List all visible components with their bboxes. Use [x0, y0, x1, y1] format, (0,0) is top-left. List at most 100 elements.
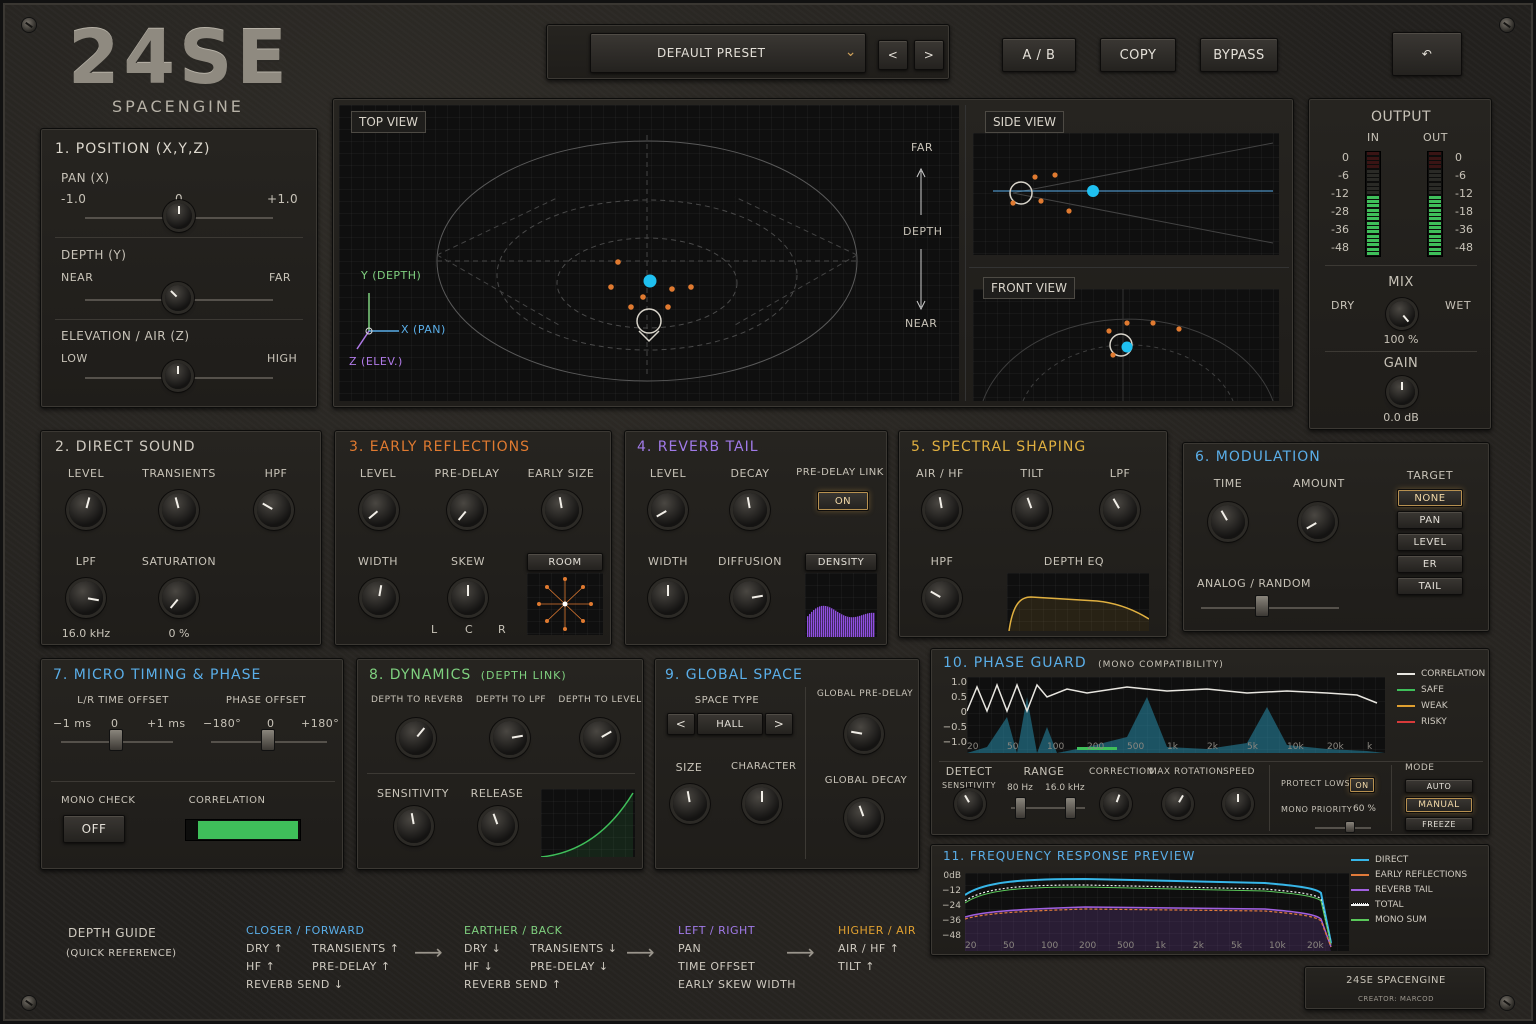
mode-auto[interactable]: AUTO: [1405, 779, 1473, 793]
prev-preset-button[interactable]: <: [878, 40, 908, 70]
mode-manual[interactable]: MANUAL: [1405, 797, 1473, 813]
mod-time-label: TIME: [1213, 477, 1243, 490]
er-size-knob[interactable]: [545, 493, 579, 527]
er-width-knob[interactable]: [362, 581, 396, 615]
meter-segment: [1367, 239, 1379, 242]
meter-segment: [1429, 152, 1441, 156]
skew-l: L: [431, 623, 438, 636]
rv-diffusion-knob[interactable]: [733, 581, 767, 615]
target-tail[interactable]: TAIL: [1397, 577, 1463, 595]
x-tick: 1k: [1167, 742, 1178, 752]
sp-hpf-knob[interactable]: [925, 581, 959, 615]
saturation-knob[interactable]: [162, 581, 196, 615]
correction-knob[interactable]: [1103, 791, 1129, 817]
target-level[interactable]: LEVEL: [1397, 533, 1463, 551]
elevation-label: ELEVATION / AIR (Z): [61, 329, 190, 343]
side-view[interactable]: [973, 133, 1279, 255]
spectral-shaping-panel: 5. SPECTRAL SHAPING AIR / HF TILT LPF HP…: [898, 430, 1168, 638]
density-bar: [837, 611, 839, 637]
depth-knob[interactable]: [165, 285, 191, 311]
protect-lows-toggle[interactable]: ON: [1349, 777, 1375, 793]
target-none[interactable]: NONE: [1397, 489, 1463, 507]
depth-min: NEAR: [61, 271, 94, 284]
guide-e3: HF ↓: [464, 960, 494, 973]
character-knob[interactable]: [745, 787, 779, 821]
analog-slider[interactable]: [1255, 595, 1269, 617]
lr-slider[interactable]: [109, 729, 123, 751]
phase-slider[interactable]: [261, 729, 275, 751]
release-knob[interactable]: [481, 809, 515, 843]
top-view[interactable]: TOP VIEW FAR DEPTH NEAR Y (DEPTH) X (PAN…: [339, 105, 959, 401]
front-view[interactable]: [973, 289, 1279, 402]
mod-time-knob[interactable]: [1211, 505, 1245, 539]
air-knob[interactable]: [925, 493, 959, 527]
predelay-link-toggle[interactable]: ON: [817, 491, 869, 511]
max-rotation-knob[interactable]: [1165, 791, 1191, 817]
sp-lpf-knob[interactable]: [1103, 493, 1137, 527]
global-space-panel: 9. GLOBAL SPACE SPACE TYPE < HALL > SIZE…: [654, 658, 920, 870]
protect-lows-label: PROTECT LOWS: [1281, 779, 1351, 788]
range-hi-handle[interactable]: [1065, 797, 1076, 819]
sensitivity-knob[interactable]: [397, 809, 431, 843]
guide-e2: TRANSIENTS ↓: [530, 942, 618, 955]
top-view-canvas: [356, 135, 926, 382]
speed-knob[interactable]: [1225, 791, 1251, 817]
d2r-knob[interactable]: [399, 721, 433, 755]
er-predelay-knob[interactable]: [450, 493, 484, 527]
gain-knob[interactable]: [1389, 379, 1415, 405]
range-lo-handle[interactable]: [1015, 797, 1026, 819]
density-tab[interactable]: DENSITY: [805, 553, 877, 571]
gpd-label: GLOBAL PRE-DELAY: [816, 689, 914, 699]
undo-button[interactable]: ↶: [1392, 32, 1462, 76]
mono-check-toggle[interactable]: OFF: [63, 815, 125, 843]
rv-decay-knob[interactable]: [733, 493, 767, 527]
tilt-knob[interactable]: [1015, 493, 1049, 527]
next-preset-button[interactable]: >: [914, 40, 944, 70]
meter-segment: [1367, 200, 1379, 203]
mix-knob[interactable]: [1389, 301, 1415, 327]
direct-level-knob[interactable]: [69, 493, 103, 527]
meter-segment: [1367, 221, 1379, 225]
hpf-label: HPF: [264, 467, 288, 480]
rv-width-knob[interactable]: [651, 581, 685, 615]
meter-segment: [1367, 208, 1379, 212]
size-knob[interactable]: [673, 787, 707, 821]
density-bar: [869, 612, 871, 637]
guide-l2: TIME OFFSET: [678, 960, 756, 973]
guide-h2: TILT ↑: [838, 960, 876, 973]
er-level-knob[interactable]: [362, 493, 396, 527]
rv-level-knob[interactable]: [651, 493, 685, 527]
d2lv-knob[interactable]: [583, 721, 617, 755]
transients-knob[interactable]: [162, 493, 196, 527]
x-tick: 500: [1117, 941, 1135, 951]
divider: [1325, 265, 1477, 266]
room-select[interactable]: ROOM: [527, 553, 603, 571]
space-next-button[interactable]: >: [765, 713, 793, 735]
space-prev-button[interactable]: <: [667, 713, 695, 735]
ab-button[interactable]: A / B: [1002, 38, 1076, 72]
target-pan[interactable]: PAN: [1397, 511, 1463, 529]
density-bar: [829, 607, 831, 637]
global-decay-knob[interactable]: [847, 801, 881, 835]
mod-amount-knob[interactable]: [1301, 505, 1335, 539]
target-er[interactable]: ER: [1397, 555, 1463, 573]
y-tick: 0dB: [943, 871, 961, 881]
detect-sensitivity-knob[interactable]: [957, 791, 983, 817]
space-type-select[interactable]: HALL: [697, 713, 763, 735]
copy-button[interactable]: COPY: [1100, 38, 1176, 72]
pan-knob[interactable]: [166, 203, 192, 229]
meter-segment: [1367, 217, 1379, 221]
mono-priority-slider[interactable]: [1345, 821, 1355, 833]
er-skew-knob[interactable]: [451, 581, 485, 615]
y-tick: −12: [942, 886, 961, 896]
side-view-tag: SIDE VIEW: [985, 111, 1064, 133]
direct-lpf-knob[interactable]: [69, 581, 103, 615]
d2l-knob[interactable]: [493, 721, 527, 755]
bypass-button[interactable]: BYPASS: [1200, 38, 1278, 72]
direct-hpf-knob[interactable]: [257, 493, 291, 527]
elevation-knob[interactable]: [165, 363, 191, 389]
preset-select[interactable]: DEFAULT PRESET ⌄: [590, 33, 866, 73]
global-predelay-knob[interactable]: [847, 717, 881, 751]
density-bar: [867, 613, 869, 637]
mode-freeze[interactable]: FREEZE: [1405, 817, 1473, 831]
